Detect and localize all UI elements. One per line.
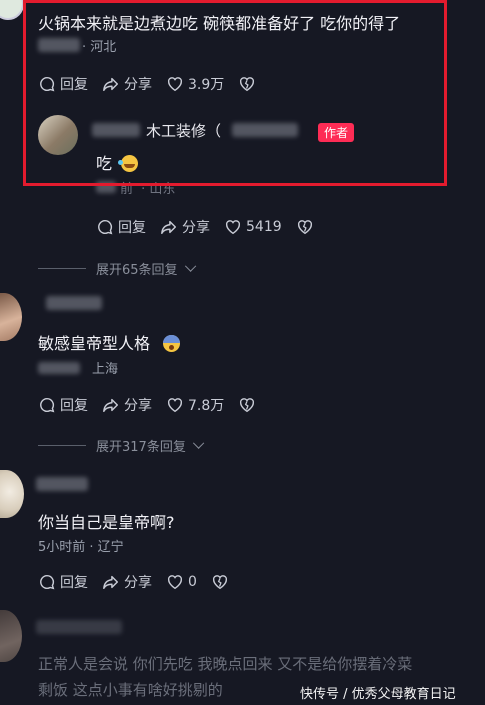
comment-actions: 回复 分享 7.8万 (38, 395, 256, 415)
divider (38, 445, 86, 446)
username-blurred (36, 620, 122, 634)
share-icon (103, 575, 119, 590)
like-button[interactable]: 7.8万 (166, 395, 224, 415)
reply-label: 回复 (60, 77, 88, 93)
avatar[interactable] (0, 610, 22, 662)
avatar[interactable] (0, 0, 24, 20)
reply-button[interactable]: 回复 (38, 572, 88, 592)
like-count: 5419 (246, 219, 282, 235)
timestamp-blurred (96, 181, 116, 193)
comment-text-content: 敏感皇帝型人格 (38, 334, 151, 353)
username-blurred (38, 38, 80, 52)
broken-heart-icon (212, 575, 227, 590)
reply-button[interactable]: 回复 (96, 217, 146, 237)
share-label: 分享 (124, 575, 152, 591)
share-icon (103, 398, 119, 413)
reply-button[interactable]: 回复 (38, 395, 88, 415)
divider (38, 268, 86, 269)
comment-actions: 回复 分享 3.9万 (38, 74, 256, 94)
username-blurred (92, 123, 140, 137)
expand-label: 展开317条回复 (96, 440, 186, 455)
username-blurred (232, 123, 298, 137)
reply-button[interactable]: 回复 (38, 74, 88, 94)
reply-label: 回复 (60, 398, 88, 414)
share-icon (161, 220, 177, 235)
comment-icon (40, 397, 55, 413)
reply-location: · 山东 (141, 182, 176, 197)
username-blurred (46, 296, 102, 310)
comment-icon (40, 76, 55, 92)
username-blurred (36, 477, 88, 491)
author-name[interactable]: 木工装修（ (146, 120, 221, 141)
reply-text: 吃 (96, 150, 139, 174)
share-button[interactable]: 分享 (160, 217, 210, 237)
timestamp-blurred (38, 362, 80, 374)
chevron-down-icon (192, 437, 205, 449)
author-avatar[interactable] (38, 115, 78, 155)
heart-icon (167, 77, 183, 92)
comment-meta: 5小时前 · 辽宁 (38, 540, 124, 555)
share-label: 分享 (124, 398, 152, 414)
like-button[interactable]: 5419 (224, 218, 282, 236)
broken-heart-icon (240, 398, 255, 413)
expand-replies-button[interactable]: 展开317条回复 (38, 436, 205, 455)
comment-text-line: 正常人是会说 你们先吃 我晚点回来 又不是给你摆着冷菜 (38, 655, 413, 673)
comment-text: 你当自己是皇帝啊? (38, 513, 175, 532)
laughing-crying-emoji-icon (118, 155, 139, 172)
fearful-face-emoji-icon (163, 335, 181, 352)
reply-label: 回复 (118, 220, 146, 236)
like-button[interactable]: 0 (166, 573, 197, 591)
like-button[interactable]: 3.9万 (166, 74, 224, 94)
share-label: 分享 (124, 77, 152, 93)
comment-actions: 回复 分享 0 (38, 572, 229, 592)
like-count: 7.8万 (188, 398, 225, 414)
heart-icon (167, 398, 183, 413)
comment-meta: 上海 (92, 362, 119, 377)
share-button[interactable]: 分享 (102, 74, 152, 94)
watermark: 快传号 / 优秀父母教育日记 (300, 687, 456, 702)
broken-heart-icon (297, 220, 312, 235)
author-badge: 作者 (318, 123, 355, 142)
heart-icon (225, 220, 241, 235)
comment-icon (98, 219, 113, 235)
share-button[interactable]: 分享 (102, 395, 152, 415)
dislike-button[interactable] (296, 218, 314, 236)
comment-text: 敏感皇帝型人格 (38, 330, 181, 354)
share-label: 分享 (182, 220, 210, 236)
comment-meta: · 河北 (82, 40, 117, 55)
reply-text-content: 吃 (96, 154, 113, 173)
comment-text: 火锅本来就是边煮边吃 碗筷都准备好了 吃你的得了 (38, 14, 401, 33)
dislike-button[interactable] (211, 573, 229, 591)
reply-actions: 回复 分享 5419 (96, 217, 314, 237)
expand-replies-button[interactable]: 展开65条回复 (38, 259, 196, 278)
dislike-button[interactable] (238, 75, 256, 93)
reply-label: 回复 (60, 575, 88, 591)
heart-icon (167, 575, 183, 590)
broken-heart-icon (240, 77, 255, 92)
reply-meta: 前 · 山东 (120, 178, 175, 197)
reply-time: 前 (120, 182, 134, 197)
expand-label: 展开65条回复 (96, 263, 178, 278)
chevron-down-icon (184, 260, 196, 272)
like-count: 3.9万 (188, 77, 225, 93)
avatar[interactable] (0, 293, 22, 341)
like-count: 0 (188, 574, 197, 590)
avatar[interactable] (0, 470, 24, 518)
share-button[interactable]: 分享 (102, 572, 152, 592)
share-icon (103, 77, 119, 92)
dislike-button[interactable] (238, 396, 256, 414)
comment-icon (40, 574, 55, 590)
